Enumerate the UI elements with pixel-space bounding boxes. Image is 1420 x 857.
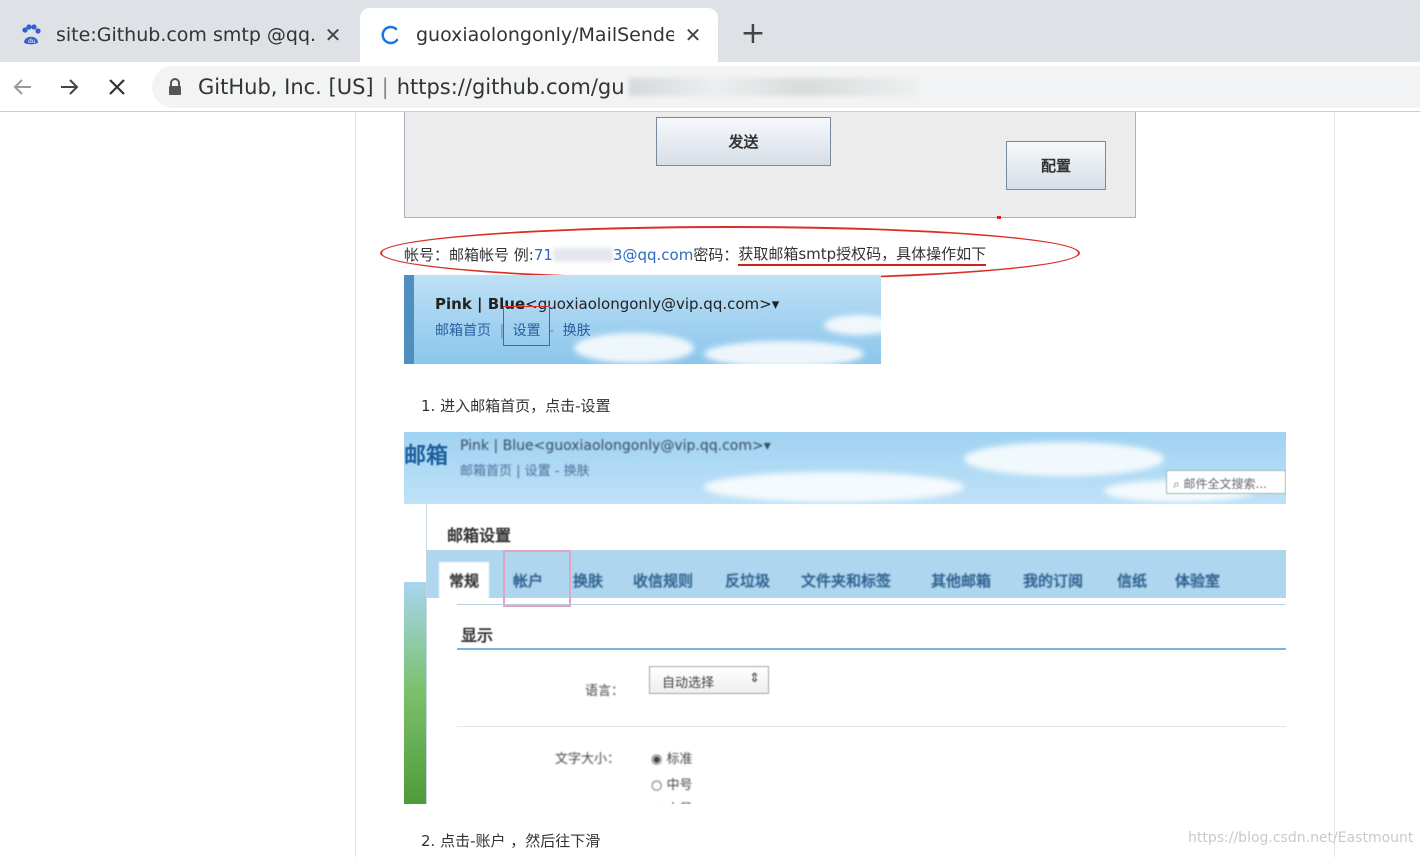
- plus-icon[interactable]: +: [736, 16, 770, 51]
- language-value: 自动选择: [662, 676, 715, 691]
- cloud: [574, 333, 694, 363]
- close-tab-icon[interactable]: ✕: [322, 23, 344, 47]
- browser-toolbar: GitHub, Inc. [US] | https://github.com/g…: [0, 62, 1420, 112]
- user-email: <guoxiaolongonly@vip.qq.com>: [525, 295, 772, 313]
- url-redacted: [628, 78, 919, 96]
- step-1-text: 1. 进入邮箱首页，点击-设置: [421, 397, 611, 415]
- settings-panel: 邮箱设置 常规 帐户 换肤 收信规则 反垃圾 文件夹和标签 其他邮箱 我的订阅 …: [426, 504, 1286, 804]
- font-size-label: 文字大小：: [555, 752, 621, 767]
- send-button[interactable]: 发送: [656, 117, 831, 166]
- font-size-large-radio[interactable]: ○ 大号: [651, 798, 693, 804]
- cloud: [704, 472, 964, 502]
- tab-folders-labels[interactable]: 文件夹和标签: [801, 570, 891, 591]
- chevron-down-icon[interactable]: ▾: [772, 295, 780, 313]
- user-name: Pink | Blue<guoxiaolongonly@vip.qq.com>▾: [460, 438, 771, 454]
- content-border-left: [355, 112, 356, 857]
- select-arrows-icon: ⇕: [749, 671, 760, 686]
- address-bar[interactable]: GitHub, Inc. [US] | https://github.com/g…: [152, 66, 1420, 108]
- tab-strip: du site:Github.com smtp @qq.cor ✕ guoxia…: [0, 0, 1420, 62]
- font-size-medium-radio[interactable]: ○ 中号: [651, 774, 693, 793]
- mail-home-link[interactable]: 邮箱首页: [435, 323, 491, 339]
- forward-arrow-icon[interactable]: [52, 70, 86, 104]
- omnibox-separator: |: [381, 75, 389, 99]
- wallpaper-grass: [404, 582, 426, 804]
- font-size-standard-radio[interactable]: ◉ 标准: [651, 748, 693, 767]
- tab-baidu-search[interactable]: du site:Github.com smtp @qq.cor ✕: [0, 8, 358, 62]
- mail-logo: 邮箱: [404, 444, 449, 469]
- tab-stationery[interactable]: 信纸: [1117, 570, 1147, 591]
- cloud: [824, 315, 881, 335]
- section-divider: [457, 648, 1286, 650]
- mail-logo-strip: [404, 275, 414, 364]
- mailsender-app-window: 发送 配置: [404, 112, 1136, 219]
- search-icon: ⌕: [1173, 477, 1184, 491]
- settings-highlight-box: [503, 306, 550, 346]
- config-button[interactable]: 配置: [1006, 141, 1106, 190]
- language-select[interactable]: 自动选择 ⇕: [649, 666, 769, 694]
- display-section-title: 显示: [461, 626, 494, 645]
- radio-label: 标准: [666, 752, 693, 767]
- radio-label: 大号: [666, 802, 692, 804]
- tab-other-mailbox[interactable]: 其他邮箱: [931, 570, 991, 591]
- settings-title: 邮箱设置: [447, 526, 512, 545]
- tab-github-mailsender[interactable]: guoxiaolongonly/MailSender: ✕: [360, 8, 718, 62]
- cloud: [704, 341, 864, 364]
- red-mark: [997, 216, 1001, 219]
- red-ellipse-highlight: [380, 226, 1080, 280]
- content-border-right: [1334, 112, 1335, 857]
- mail-header-screenshot: Pink | Blue<guoxiaolongonly@vip.qq.com>▾…: [404, 275, 881, 364]
- tab-title: guoxiaolongonly/MailSender:: [416, 24, 674, 46]
- tab-receive-rules[interactable]: 收信规则: [633, 570, 693, 591]
- mail-settings-screenshot: 邮箱 Pink | Blue<guoxiaolongonly@vip.qq.co…: [404, 432, 1286, 804]
- tab-subscriptions[interactable]: 我的订阅: [1023, 570, 1083, 591]
- header-links: 邮箱首页 | 设置 - 换肤: [460, 464, 590, 479]
- tab-anti-spam[interactable]: 反垃圾: [725, 570, 770, 591]
- tab-title: site:Github.com smtp @qq.cor: [56, 24, 314, 46]
- skin-link[interactable]: 换肤: [563, 323, 591, 339]
- loading-spinner-icon: [380, 24, 402, 46]
- close-tab-icon[interactable]: ✕: [682, 23, 704, 47]
- divider: [457, 726, 1286, 727]
- url-text: https://github.com/gu: [396, 75, 625, 99]
- tab-lab[interactable]: 体验室: [1175, 570, 1220, 591]
- back-arrow-icon[interactable]: [6, 70, 40, 104]
- tab-general[interactable]: 常规: [439, 562, 490, 605]
- tab-skin[interactable]: 换肤: [573, 570, 603, 591]
- mail-search-input[interactable]: ⌕ 邮件全文搜索...: [1166, 470, 1286, 494]
- csdn-watermark: https://blog.csdn.net/Eastmount: [1188, 830, 1414, 846]
- mail-user-name: Pink | Blue<guoxiaolongonly@vip.qq.com>▾: [435, 295, 779, 313]
- language-label: 语言：: [585, 684, 625, 699]
- search-placeholder: 邮件全文搜索...: [1183, 477, 1267, 491]
- cloud: [964, 442, 1164, 476]
- step-2-text: 2. 点击-账户 ，然后往下滑: [421, 832, 601, 850]
- baidu-paw-icon: du: [20, 24, 42, 46]
- account-tab-highlight-box: [503, 550, 571, 607]
- svg-text:du: du: [28, 38, 36, 45]
- lock-icon: [168, 78, 182, 96]
- divider: [457, 604, 1286, 605]
- stop-x-icon[interactable]: [100, 70, 134, 104]
- radio-label: 中号: [666, 778, 693, 793]
- site-identity: GitHub, Inc. [US]: [198, 75, 374, 99]
